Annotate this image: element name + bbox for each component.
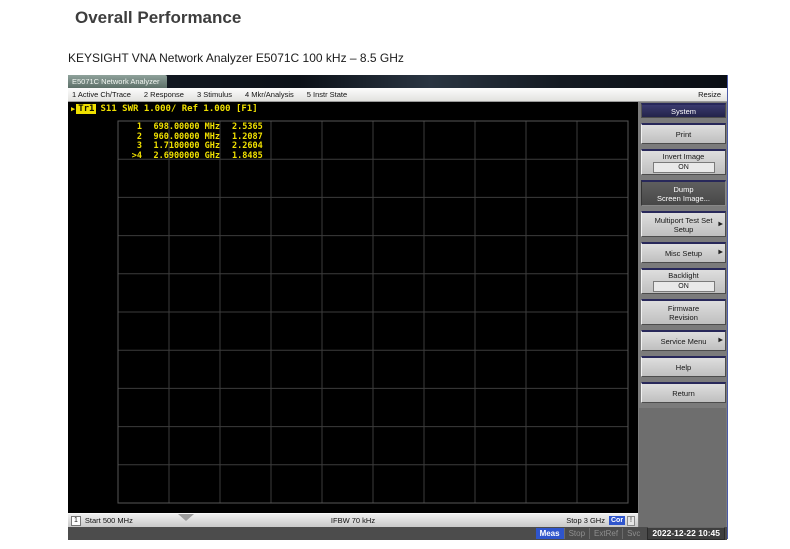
softkey-label: Invert Image [663, 152, 705, 161]
softkey-toggle-state[interactable]: ON [653, 162, 715, 173]
trace-status-line: ▶ Tr1 S11 SWR 1.000/ Ref 1.000 [F1] [71, 104, 258, 114]
instrument-status-bar: Meas Stop ExtRef Svc 2022-12-22 10:45 [68, 527, 727, 540]
menu-item-4[interactable]: 4 Mkr/Analysis [245, 90, 294, 99]
softkey-return[interactable]: Return [641, 382, 726, 403]
softkey-dump-screen-image[interactable]: DumpScreen Image... [641, 180, 726, 206]
softkey-system[interactable]: System [641, 103, 726, 118]
softkey-service-menu[interactable]: Service Menu ▶ [641, 330, 726, 351]
datetime-display: 2022-12-22 10:45 [647, 527, 725, 540]
softkey-label: Help [676, 363, 691, 372]
menu-item-resize[interactable]: Resize [698, 90, 721, 99]
page-subtitle: KEYSIGHT VNA Network Analyzer E5071C 100… [68, 51, 404, 65]
sweep-position-icon [178, 514, 194, 521]
extref-status-label: ExtRef [589, 528, 622, 539]
menu-item-3[interactable]: 3 Stimulus [197, 90, 232, 99]
softkey-multiport-test-set-setup[interactable]: Multiport Test SetSetup ▶ [641, 211, 726, 237]
submenu-arrow-icon: ▶ [718, 249, 723, 258]
softkey-print[interactable]: Print [641, 123, 726, 144]
svc-status-label: Svc [622, 528, 644, 539]
main-row: ▶ Tr1 S11 SWR 1.000/ Ref 1.000 [F1] 1698… [68, 102, 727, 527]
softkey-firmware-revision[interactable]: FirmwareRevision [641, 299, 726, 325]
sidebar-empty-area [639, 408, 726, 527]
softkey-help[interactable]: Help [641, 356, 726, 377]
stop-status-label: Stop [564, 528, 589, 539]
softkey-backlight[interactable]: BacklightON [641, 268, 726, 294]
softkey-toggle-state[interactable]: ON [653, 281, 715, 292]
softkey-label: Return [672, 389, 695, 398]
softkey-label: Service Menu [661, 337, 707, 346]
window-title: E5071C Network Analyzer [68, 75, 167, 88]
swr-plot: ▶ Tr1 S11 SWR 1.000/ Ref 1.000 [F1] 1698… [68, 102, 638, 513]
submenu-arrow-icon: ▶ [718, 220, 723, 229]
marker-row-4: >4 2.6900000 GHz 1.8485 [126, 152, 263, 162]
marker-4-num: >4 [126, 152, 142, 162]
submenu-arrow-icon: ▶ [718, 337, 723, 346]
plot-column: ▶ Tr1 S11 SWR 1.000/ Ref 1.000 [F1] 1698… [68, 102, 638, 527]
menu-bar: 1 Active Ch/Trace 2 Response 3 Stimulus 4 M… [68, 88, 727, 102]
softkey-label: Dump [673, 185, 693, 194]
marker-4-val: 1.8485 [232, 152, 263, 162]
active-trace-pointer-icon: ▶ [71, 105, 75, 113]
trace-format-text: S11 SWR 1.000/ Ref 1.000 [F1] [100, 104, 257, 114]
menu-item-2[interactable]: 2 Response [144, 90, 184, 99]
warning-indicator: ! [627, 516, 635, 526]
softkey-misc-setup[interactable]: Misc Setup ▶ [641, 242, 726, 263]
page: Overall Performance KEYSIGHT VNA Network… [0, 0, 790, 549]
softkey-invert-image[interactable]: Invert ImageON [641, 149, 726, 175]
menu-item-5[interactable]: 5 Instr State [307, 90, 347, 99]
page-title: Overall Performance [75, 8, 241, 28]
menu-item-1[interactable]: 1 Active Ch/Trace [72, 90, 131, 99]
softkey-label: Screen Image... [657, 194, 710, 203]
softkey-label: Multiport Test Set [655, 216, 713, 225]
channel-status-bar: 1 Start 500 MHz IFBW 70 kHz Stop 3 GHz C… [68, 513, 638, 527]
softkey-label: Misc Setup [665, 249, 702, 258]
meas-status-badge: Meas [536, 528, 564, 539]
softkey-label: Firmware [668, 304, 699, 313]
window-titlebar[interactable]: E5071C Network Analyzer [68, 75, 727, 88]
softkey-label: System [671, 107, 696, 116]
ifbw-label[interactable]: IFBW 70 kHz [68, 516, 638, 525]
softkey-label: Revision [669, 313, 698, 322]
softkey-label: Backlight [668, 271, 698, 280]
correction-badge: Cor [609, 516, 625, 525]
softkey-label: Print [676, 130, 691, 139]
softkey-label: Setup [674, 225, 694, 234]
trace-badge[interactable]: Tr1 [76, 104, 96, 114]
vna-window: E5071C Network Analyzer 1 Active Ch/Trac… [68, 75, 728, 539]
softkey-sidebar: SystemPrintInvert ImageONDumpScreen Imag… [638, 102, 727, 527]
marker-4-freq: 2.6900000 GHz [148, 152, 220, 162]
swr-chart-canvas [68, 102, 638, 513]
stop-frequency-label[interactable]: Stop 3 GHz [566, 516, 605, 525]
marker-table: 1698.00000 MHz2.53652960.00000 MHz1.2087… [126, 123, 263, 161]
